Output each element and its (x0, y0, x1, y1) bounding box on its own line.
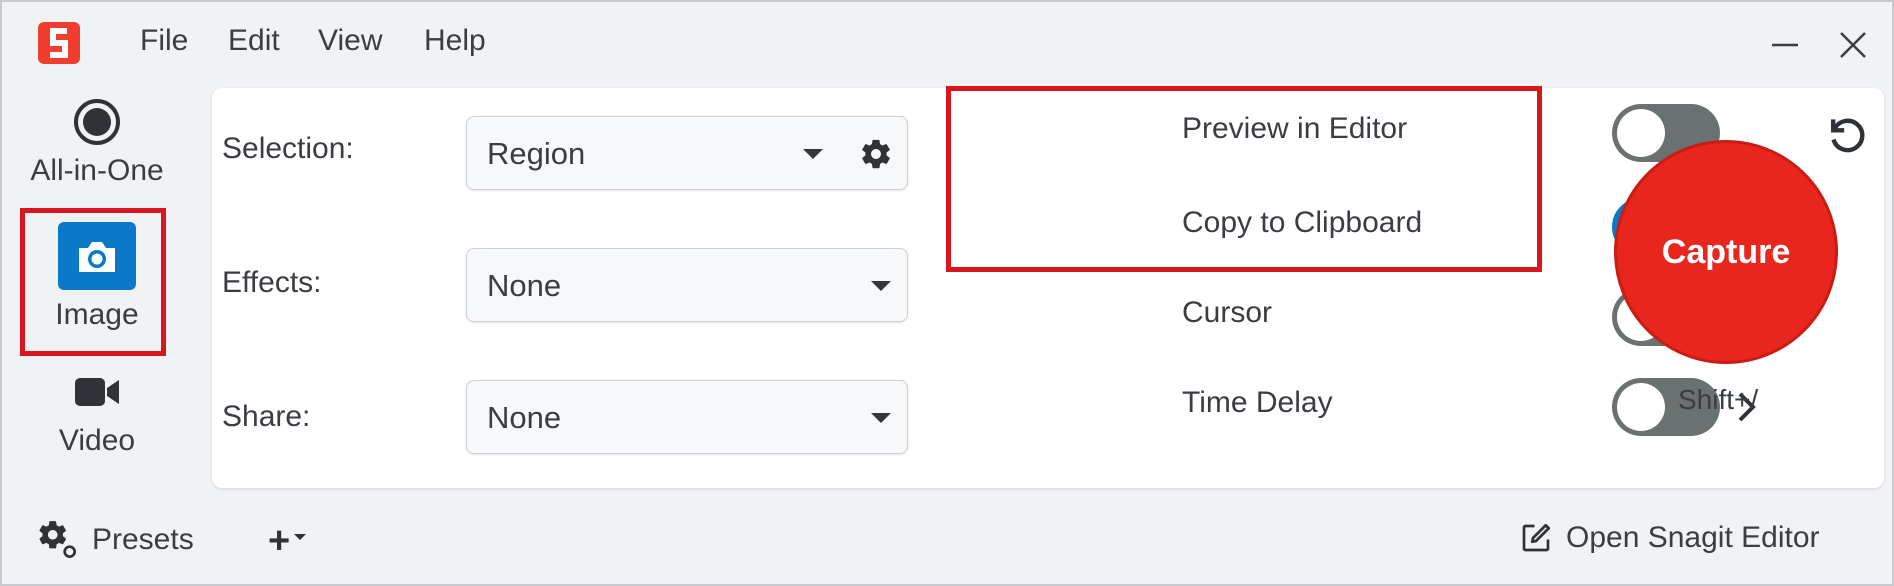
presets-label: Presets (92, 523, 194, 556)
rail-all-in-one-label: All-in-One (30, 154, 164, 187)
record-icon (74, 99, 120, 145)
menu-file[interactable]: File (140, 24, 188, 58)
share-dropdown[interactable]: None (466, 380, 908, 454)
chevron-down-icon (294, 533, 307, 540)
effects-value: None (487, 268, 562, 303)
edit-icon (1522, 523, 1551, 552)
gear-icon[interactable] (859, 137, 893, 171)
minimize-icon (1772, 43, 1798, 47)
selection-value: Region (487, 136, 586, 171)
selection-label: Selection: (222, 132, 354, 165)
cursor-label: Cursor (1182, 296, 1273, 329)
rail-video[interactable]: Video (2, 372, 192, 458)
share-value: None (487, 400, 562, 435)
highlight-toggles-box (946, 86, 1542, 272)
toggle-knob (1617, 383, 1665, 431)
time-delay-label: Time Delay (1182, 386, 1333, 419)
share-label: Share: (222, 400, 311, 433)
capture-shortcut: Shift+/ (1678, 384, 1759, 415)
chevron-down-icon (803, 149, 823, 159)
presets-button[interactable]: Presets (38, 520, 194, 560)
menu-help[interactable]: Help (424, 24, 486, 58)
open-snagit-editor-button[interactable]: Open Snagit Editor (1518, 520, 1820, 556)
effects-dropdown[interactable]: None (466, 248, 908, 322)
chevron-down-icon (871, 413, 891, 423)
add-preset-button[interactable]: + (268, 520, 307, 563)
toggle-knob (1617, 109, 1665, 157)
minimize-button[interactable] (1760, 20, 1810, 70)
capture-button[interactable]: Capture (1614, 140, 1838, 364)
selection-dropdown[interactable]: Region (466, 116, 908, 190)
menu-edit[interactable]: Edit (228, 24, 280, 58)
highlight-image-box (20, 208, 166, 356)
video-camera-icon (75, 378, 119, 406)
close-icon (1840, 32, 1866, 58)
snagit-logo-icon (36, 20, 84, 68)
close-button[interactable] (1828, 20, 1878, 70)
rail-video-label: Video (58, 424, 136, 457)
snagit-capture-window: File Edit View Help All-in-One Image Vid… (0, 0, 1894, 586)
reset-icon[interactable] (1824, 112, 1868, 156)
effects-label: Effects: (222, 266, 322, 299)
chevron-down-icon (871, 281, 891, 291)
rail-all-in-one[interactable]: All-in-One (2, 98, 192, 188)
open-snagit-editor-label: Open Snagit Editor (1566, 521, 1820, 554)
menu-view[interactable]: View (318, 24, 382, 58)
plus-icon: + (268, 520, 291, 562)
gear-icon (39, 521, 76, 558)
